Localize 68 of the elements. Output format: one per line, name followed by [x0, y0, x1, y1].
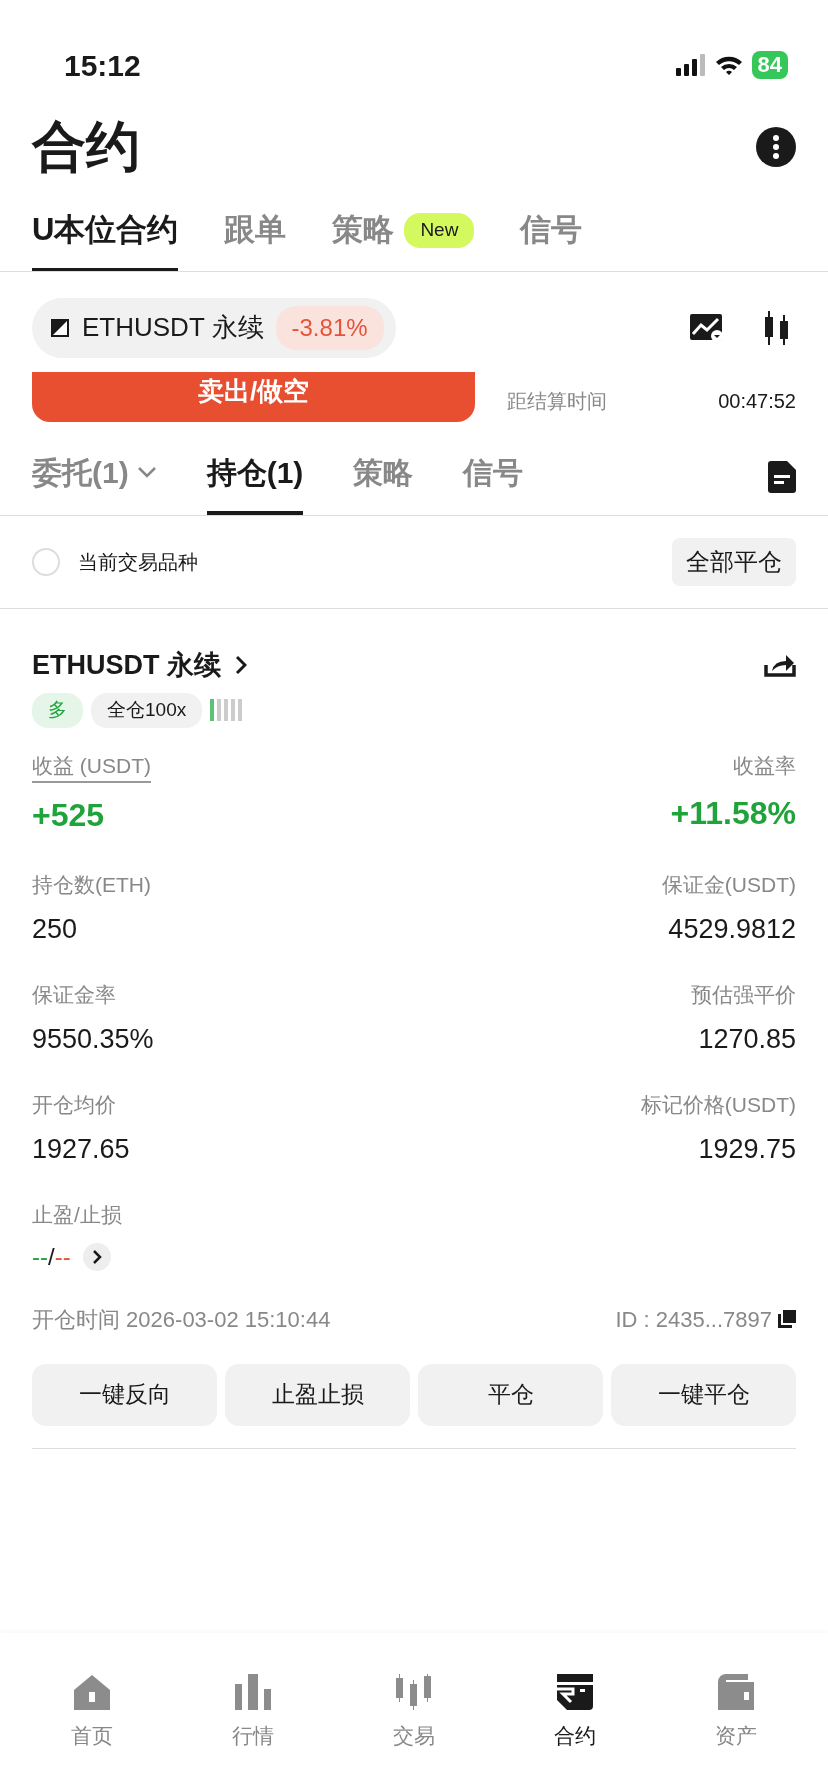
symbol-selector[interactable]: ETHUSDT 永续 -3.81% [32, 297, 396, 358]
field-label: 收益率 [733, 752, 796, 779]
action-button[interactable]: 止盈止损 [225, 1363, 410, 1426]
chevron-right-icon[interactable] [235, 654, 247, 675]
candlestick-icon [396, 1673, 432, 1710]
chart-icon[interactable] [690, 313, 724, 342]
signal-icon [675, 54, 706, 76]
radio-button[interactable] [32, 547, 60, 576]
home-icon [74, 1673, 111, 1710]
separator-text: / [48, 1241, 55, 1272]
new-badge: New [404, 213, 475, 248]
field-value: 1927.65 [32, 1132, 130, 1166]
wallet-icon [717, 1673, 754, 1710]
action-button[interactable]: 一键反向 [32, 1363, 217, 1426]
tab[interactable]: 策略 [353, 439, 414, 515]
candlestick-icon[interactable] [764, 310, 790, 345]
nav-tab[interactable]: 资产 [655, 1672, 816, 1752]
field-label: 预估强平价 [691, 982, 796, 1008]
nav-tab[interactable]: 首页 [12, 1672, 173, 1752]
margin-mode-badge: 全仓100x [91, 693, 203, 728]
field-label: 保证金(USDT) [661, 872, 796, 898]
nav-tab[interactable]: 合约 [494, 1672, 656, 1752]
contract-icon [50, 317, 70, 338]
tab[interactable]: 持仓(1) [206, 439, 304, 515]
change-badge: -3.81% [275, 305, 384, 350]
tab[interactable]: 跟单 [224, 197, 287, 271]
battery-level: 84 [751, 51, 788, 79]
status-time: 15:12 [64, 47, 141, 84]
copy-icon[interactable] [778, 1310, 796, 1328]
sell-button[interactable]: 卖出/做空 [32, 371, 475, 422]
field-value: 1929.75 [698, 1132, 796, 1166]
profit-value: +525 [32, 796, 105, 835]
tab[interactable]: 策略 New [332, 197, 475, 271]
field-label: 标记价格(USDT) [640, 1092, 796, 1118]
field-value: 9550.35% [32, 1022, 154, 1056]
field-label: 持仓数(ETH) [32, 872, 151, 898]
nav-tab[interactable]: 交易 [333, 1672, 495, 1752]
nav-tab[interactable]: 行情 [172, 1672, 334, 1752]
profit-value: +11.58% [670, 794, 796, 833]
settlement-countdown: 00:47:52 [718, 388, 796, 414]
tab[interactable]: 信号 [520, 197, 583, 271]
more-icon[interactable] [756, 126, 796, 167]
field-label: 保证金率 [32, 982, 116, 1008]
chevron-right-icon[interactable] [82, 1242, 111, 1271]
tab[interactable]: U本位合约 [32, 197, 179, 271]
tab[interactable]: 信号 [463, 439, 524, 515]
bar-chart-icon [235, 1673, 272, 1710]
field-value: 4529.9812 [668, 912, 796, 946]
action-button[interactable]: 平仓 [418, 1363, 603, 1426]
take-profit-value: -- [32, 1241, 48, 1272]
side-badge: 多 [32, 693, 83, 728]
field-label: 开仓均价 [32, 1092, 116, 1118]
settlement-label: 距结算时间 [507, 388, 607, 414]
filter-label: 当前交易品种 [78, 549, 198, 575]
field-label: 止盈/止损 [32, 1202, 123, 1228]
contract-icon [556, 1673, 593, 1710]
action-button[interactable]: 一键平仓 [611, 1363, 796, 1426]
close-all-button[interactable]: 全部平仓 [672, 537, 796, 586]
tab[interactable]: 委托(1) [32, 439, 157, 515]
document-icon[interactable] [768, 460, 796, 493]
field-value: 250 [32, 912, 78, 946]
stop-loss-value: -- [54, 1241, 71, 1272]
field-value: 1270.85 [698, 1022, 796, 1056]
field-label: 收益 (USDT) [32, 749, 151, 783]
position-symbol[interactable]: ETHUSDT 永续 [32, 644, 221, 685]
open-time: 开仓时间 2026-03-02 15:10:44 [32, 1305, 331, 1334]
page-title: 合约 [32, 115, 140, 178]
position-id: ID : 2435...7897 [615, 1305, 772, 1334]
